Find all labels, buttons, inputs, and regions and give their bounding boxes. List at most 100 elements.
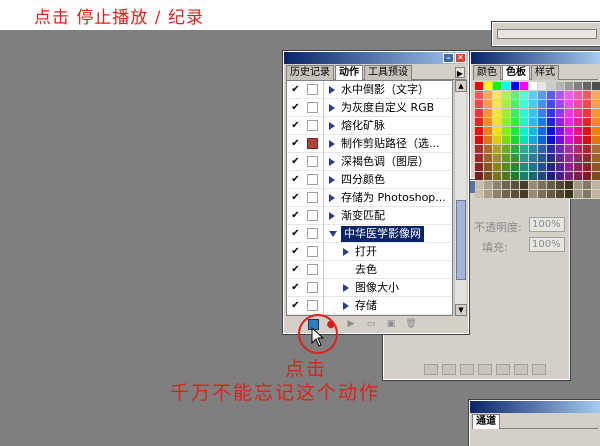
color-swatch[interactable] [475, 127, 484, 136]
color-swatch[interactable] [529, 154, 538, 163]
color-swatch[interactable] [547, 172, 556, 181]
color-swatch[interactable] [538, 109, 547, 118]
color-swatch[interactable] [574, 127, 583, 136]
color-swatch[interactable] [520, 154, 529, 163]
color-swatch[interactable] [502, 163, 511, 172]
collapsed-triangle-icon[interactable] [343, 248, 349, 256]
color-swatch[interactable] [511, 190, 520, 199]
color-swatch[interactable] [502, 190, 511, 199]
color-swatch[interactable] [583, 127, 592, 136]
color-swatch[interactable] [592, 109, 600, 118]
color-swatch[interactable] [538, 136, 547, 145]
tab-swatches[interactable]: 色板 [502, 65, 530, 80]
color-swatch[interactable] [493, 154, 502, 163]
color-swatch[interactable] [565, 100, 574, 109]
color-swatch[interactable] [556, 172, 565, 181]
toggle-dialog-icon[interactable] [307, 282, 318, 293]
action-row[interactable]: ✔ 熔化矿脉 [287, 117, 452, 135]
color-swatch[interactable] [502, 118, 511, 127]
color-swatch[interactable] [511, 154, 520, 163]
collapsed-triangle-icon[interactable] [329, 140, 335, 148]
color-swatch[interactable] [493, 136, 502, 145]
toggle-dialog-icon[interactable] [307, 210, 318, 221]
color-swatch[interactable] [565, 82, 574, 91]
toggle-item-check-icon[interactable]: ✔ [290, 192, 301, 203]
color-swatch[interactable] [493, 127, 502, 136]
color-swatch[interactable] [583, 190, 592, 199]
tab-history[interactable]: 历史记录 [286, 65, 334, 80]
color-swatch[interactable] [529, 181, 538, 190]
link-layers-icon[interactable] [424, 364, 438, 375]
toggle-dialog-icon[interactable] [307, 300, 318, 311]
color-swatch[interactable] [547, 82, 556, 91]
color-swatch[interactable] [565, 91, 574, 100]
color-swatch[interactable] [520, 118, 529, 127]
color-swatch[interactable] [520, 109, 529, 118]
action-row[interactable]: ✔ 打开 [287, 243, 452, 261]
color-swatch[interactable] [547, 136, 556, 145]
action-row[interactable]: ✔ 制作剪贴路径（选... [287, 135, 452, 153]
toggle-dialog-icon[interactable] [307, 156, 318, 167]
color-swatch[interactable] [520, 181, 529, 190]
color-swatch[interactable] [511, 163, 520, 172]
action-row[interactable]: ✔ 图像大小 [287, 279, 452, 297]
toggle-item-check-icon[interactable]: ✔ [290, 264, 301, 275]
color-swatch[interactable] [556, 82, 565, 91]
action-row[interactable]: ✔ 存储为 Photoshop... [287, 189, 452, 207]
swatch-grid[interactable] [475, 82, 600, 199]
actions-scrollbar[interactable]: ▲ ▼ [454, 80, 467, 316]
color-swatch[interactable] [529, 91, 538, 100]
color-swatch[interactable] [547, 145, 556, 154]
color-swatch[interactable] [511, 100, 520, 109]
color-swatch[interactable] [574, 190, 583, 199]
color-swatch[interactable] [493, 181, 502, 190]
toggle-item-check-icon[interactable]: ✔ [290, 84, 301, 95]
color-swatch[interactable] [583, 109, 592, 118]
color-swatch[interactable] [592, 118, 600, 127]
color-swatch[interactable] [475, 154, 484, 163]
color-swatch[interactable] [583, 154, 592, 163]
color-swatch[interactable] [556, 154, 565, 163]
color-swatch[interactable] [529, 100, 538, 109]
color-swatch[interactable] [529, 136, 538, 145]
layer-mask-icon[interactable] [460, 364, 474, 375]
new-group-icon[interactable] [496, 364, 510, 375]
close-icon[interactable]: ✕ [455, 53, 466, 63]
color-swatch[interactable] [574, 136, 583, 145]
action-row[interactable]: ✔ 深褐色调（图层） [287, 153, 452, 171]
color-swatch[interactable] [565, 172, 574, 181]
collapsed-triangle-icon[interactable] [343, 302, 349, 310]
color-swatch[interactable] [520, 172, 529, 181]
collapsed-triangle-icon[interactable] [343, 284, 349, 292]
new-set-button[interactable]: ▭ [363, 319, 379, 330]
color-swatch[interactable] [502, 109, 511, 118]
color-swatch[interactable] [592, 190, 600, 199]
collapsed-triangle-icon[interactable] [329, 194, 335, 202]
tab-channels[interactable]: 通道 [472, 414, 500, 429]
tab-actions[interactable]: 动作 [335, 65, 363, 80]
color-swatch[interactable] [511, 109, 520, 118]
color-swatch[interactable] [493, 91, 502, 100]
action-row[interactable]: ✔ 去色 [287, 261, 452, 279]
color-swatch[interactable] [475, 82, 484, 91]
toggle-dialog-icon[interactable] [307, 264, 318, 275]
color-swatch[interactable] [547, 91, 556, 100]
color-swatch[interactable] [565, 136, 574, 145]
color-swatch[interactable] [556, 190, 565, 199]
fill-field[interactable]: 100% [529, 237, 565, 252]
tab-styles[interactable]: 样式 [531, 65, 559, 80]
layer-style-icon[interactable] [442, 364, 456, 375]
color-swatch[interactable] [583, 181, 592, 190]
color-swatch[interactable] [493, 118, 502, 127]
color-swatch[interactable] [493, 109, 502, 118]
collapsed-triangle-icon[interactable] [329, 104, 335, 112]
scroll-thumb[interactable] [456, 200, 466, 280]
toggle-dialog-icon[interactable] [307, 246, 318, 257]
color-swatch[interactable] [475, 109, 484, 118]
color-swatch[interactable] [583, 118, 592, 127]
color-swatch[interactable] [484, 136, 493, 145]
color-swatch[interactable] [556, 127, 565, 136]
color-swatch[interactable] [529, 190, 538, 199]
tab-color[interactable]: 颜色 [473, 65, 501, 80]
expanded-triangle-icon[interactable] [329, 231, 337, 237]
